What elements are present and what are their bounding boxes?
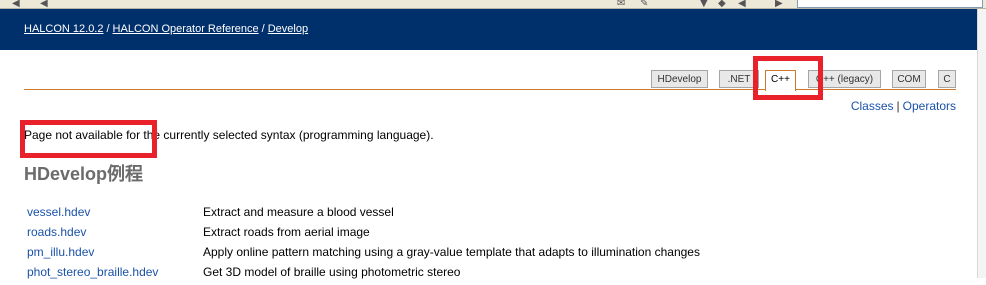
example-link[interactable]: roads.hdev (27, 225, 86, 239)
example-description: Apply online pattern matching using a gr… (203, 245, 700, 259)
breadcrumb-separator: / (106, 23, 110, 35)
breadcrumb: HALCON 12.0.2/HALCON Operator Reference /… (24, 23, 308, 35)
tab-hdevelop[interactable]: HDevelop (651, 70, 708, 88)
breadcrumb-separator: / (261, 23, 265, 35)
toolbar-search-input[interactable] (797, 0, 983, 8)
example-link[interactable]: pm_illu.hdev (27, 245, 94, 259)
operators-link[interactable]: Operators (903, 99, 956, 113)
link-separator: | (896, 99, 900, 113)
examples-heading: HDevelop例程 (24, 164, 144, 184)
pin-icon[interactable]: ✎ (640, 0, 648, 8)
breadcrumb-operator-reference[interactable]: HALCON Operator Reference (113, 23, 259, 35)
example-link[interactable]: phot_stereo_braille.hdev (27, 265, 158, 279)
example-description: Extract and measure a blood vessel (203, 205, 394, 219)
syntax-notice: Page not available for the currently sel… (24, 128, 434, 142)
tab-cpp-legacy[interactable]: C++ (legacy) (808, 70, 881, 88)
down-arrow-icon[interactable]: ▼ (700, 0, 708, 8)
browser-toolbar: ◀ ◀ ✉ ✎ ▼ ◆ ◀ ▶ (0, 0, 986, 9)
example-link[interactable]: vessel.hdev (27, 205, 90, 219)
breadcrumb-develop[interactable]: Develop (268, 23, 308, 35)
tab-com[interactable]: COM (892, 70, 926, 88)
tab-cpp[interactable]: C++ (765, 70, 796, 91)
next-icon[interactable]: ▶ (775, 0, 783, 8)
link-icon[interactable]: ◆ (718, 0, 726, 8)
breadcrumb-halcon[interactable]: HALCON 12.0.2 (24, 23, 103, 35)
example-description: Get 3D model of braille using photometri… (203, 265, 461, 279)
scrollbar[interactable] (977, 9, 986, 278)
bookmark-icon[interactable]: ✉ (617, 0, 625, 8)
tab-dotnet[interactable]: .NET (719, 70, 759, 88)
previous-icon[interactable]: ◀ (738, 0, 746, 8)
back-arrow-icon[interactable]: ◀ (12, 0, 20, 8)
tab-baseline (24, 89, 956, 90)
tab-c[interactable]: C (938, 70, 956, 88)
classes-link[interactable]: Classes (851, 99, 894, 113)
example-description: Extract roads from aerial image (203, 225, 370, 239)
forward-arrow-icon[interactable]: ◀ (40, 0, 48, 8)
top-links: Classes | Operators (851, 99, 956, 113)
